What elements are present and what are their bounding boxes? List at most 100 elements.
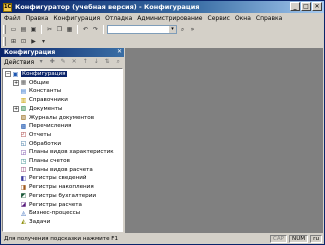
find-icon[interactable]: ⌕ (178, 25, 187, 34)
open-config-icon[interactable]: ⊞ (9, 37, 18, 46)
tree-item-label: Регистры накопления (29, 184, 94, 191)
calc-registers-icon: ◪ (20, 201, 27, 208)
toolbar-separator (41, 25, 42, 34)
toolbar-separator (103, 25, 104, 34)
business-process-icon: ◬ (21, 209, 26, 217)
tree-item-label: Конфигурация (21, 71, 67, 77)
catalogs-icon: ▥ (20, 96, 27, 104)
tree-item[interactable]: ◩ Регистры бухгалтерии (13, 192, 96, 200)
redo-icon[interactable]: ↷ (91, 25, 100, 34)
tree-item[interactable]: ◨ Регистры накопления (13, 183, 94, 191)
tree-item[interactable]: ▨ Журналы документов (13, 114, 94, 122)
tree-item-label: Планы видов расчета (29, 166, 93, 173)
language-indicator: ru (310, 235, 322, 243)
tree-item[interactable]: ◱ Обработки (13, 140, 61, 148)
menu-item[interactable]: Отладка (105, 15, 132, 22)
tree-item-label: Журналы документов (29, 114, 95, 121)
status-text: Для получения подсказки нажмите F1 (4, 236, 119, 242)
title-bar[interactable]: 1C Конфигуратор (учебная версия) - Конфи… (1, 1, 324, 13)
main-toolbar: ▭ ▤ ▣ ✂ ❐ ▦ ↶ ↷ ▾ ⌕ » (1, 24, 324, 35)
find-icon[interactable]: ⌕ (114, 58, 122, 66)
search-combo[interactable]: ▾ (107, 25, 177, 34)
expand-icon[interactable]: + (13, 79, 19, 86)
chevron-down-icon[interactable]: ▾ (37, 58, 45, 66)
close-icon[interactable]: ✕ (117, 48, 122, 55)
tree-item[interactable]: ◪ Регистры расчета (13, 201, 82, 209)
paste-icon[interactable]: ▦ (65, 25, 74, 34)
tree-item[interactable]: ▩ Перечисления (13, 122, 72, 130)
tree-item[interactable]: ◫ Планы видов расчета (13, 166, 93, 174)
menu-item[interactable]: Правка (26, 15, 49, 22)
tree-item-label: Константы (29, 88, 62, 95)
menu-item[interactable]: Файл (4, 15, 21, 22)
documents-icon: ▧ (20, 105, 27, 113)
caps-indicator: CAP (269, 235, 288, 243)
accounting-registers-icon: ◩ (20, 192, 27, 200)
config-icon: ▣ (12, 70, 19, 78)
new-document-icon[interactable]: ▭ (9, 25, 18, 34)
update-config-icon[interactable]: ⊡ (19, 37, 28, 46)
tree-item[interactable]: ◰ Отчеты (13, 131, 51, 139)
num-indicator: NUM (289, 235, 309, 243)
tree-item-label: Планы счетов (29, 158, 70, 164)
tree-item-label: Перечисления (29, 123, 72, 130)
tree-item[interactable]: ◲ Планы видов характеристик (13, 148, 114, 156)
menu-bar: Файл Правка Конфигурация Отладка Администрир… (1, 13, 324, 23)
tree-item[interactable]: ◬ Бизнес-процессы (13, 209, 80, 217)
tree-item-label: Задачи (29, 218, 51, 225)
maximize-button[interactable]: □ (301, 2, 311, 11)
window-title: Конфигуратор (учебная версия) - Конфигур… (15, 3, 200, 11)
tree-item-label: Обработки (29, 140, 61, 147)
configuration-panel: Конфигурация ✕ Действия ▾ ✚ ✎ ✕ ↑ ↓ ⇅ ⌕ … (1, 48, 124, 233)
find-next-icon[interactable]: » (188, 25, 197, 34)
close-button[interactable]: ✕ (312, 2, 322, 11)
undo-icon[interactable]: ↶ (81, 25, 90, 34)
tree-item[interactable]: ◧ Регистры сведений (13, 174, 87, 182)
save-icon[interactable]: ▣ (29, 25, 38, 34)
toolbar-grip[interactable] (3, 37, 6, 46)
menu-item[interactable]: Окна (235, 15, 251, 22)
cut-icon[interactable]: ✂ (45, 25, 54, 34)
collapse-icon[interactable]: − (5, 71, 11, 77)
tree-item[interactable]: + ▧ Документы (13, 105, 62, 113)
toolbar-separator (77, 25, 78, 34)
chart-types-icon: ◲ (20, 148, 27, 156)
copy-icon[interactable]: ❐ (55, 25, 64, 34)
expand-icon[interactable]: + (13, 105, 19, 112)
panel-title-bar[interactable]: Конфигурация ✕ (1, 48, 124, 57)
tree-item[interactable]: + ▦ Общие (13, 79, 49, 87)
tree-item[interactable]: − ▣ Конфигурация (5, 70, 67, 78)
tasks-icon: ◭ (21, 218, 26, 226)
toolbar-grip[interactable] (3, 25, 6, 34)
tree-item[interactable]: ◳ Планы счетов (13, 157, 70, 165)
menu-item[interactable]: Администрирование (137, 15, 202, 22)
add-icon[interactable]: ✚ (48, 58, 56, 66)
edit-icon[interactable]: ✎ (59, 58, 67, 66)
chart-accounts-icon: ◳ (20, 157, 27, 165)
delete-icon[interactable]: ✕ (70, 58, 78, 66)
sort-icon[interactable]: ⇅ (103, 58, 111, 66)
dropdown-icon[interactable]: ▾ (39, 37, 48, 46)
tree-item-label: Регистры расчета (29, 201, 82, 208)
debug-icon[interactable]: ▶ (29, 37, 38, 46)
menu-item[interactable]: Сервис (208, 15, 230, 22)
menu-item[interactable]: Справка (256, 15, 282, 22)
chevron-down-icon[interactable]: ▾ (169, 26, 176, 33)
enums-icon: ▩ (20, 122, 27, 130)
tree-item[interactable]: ▤ Константы (13, 87, 62, 95)
info-registers-icon: ◧ (20, 174, 27, 182)
tree-item[interactable]: ◭ Задачи (13, 218, 50, 226)
metadata-tree[interactable]: − ▣ Конфигурация + ▦ Общие ▤ Константы ▥ Справочн… (2, 68, 123, 232)
menu-item[interactable]: Конфигурация (53, 15, 100, 22)
status-bar: Для получения подсказки нажмите F1 CAP N… (1, 234, 324, 244)
move-down-icon[interactable]: ↓ (92, 58, 100, 66)
open-icon[interactable]: ▤ (19, 25, 28, 34)
minimize-button[interactable]: _ (290, 2, 300, 11)
actions-menu[interactable]: Действия (4, 59, 34, 66)
tree-item-label: Планы видов характеристик (29, 149, 114, 156)
processing-icon: ◱ (20, 140, 27, 148)
panel-toolbar: Действия ▾ ✚ ✎ ✕ ↑ ↓ ⇅ ⌕ (1, 57, 124, 67)
move-up-icon[interactable]: ↑ (81, 58, 89, 66)
tree-item[interactable]: ▥ Справочники (13, 96, 68, 104)
tree-item-label: Документы (29, 105, 63, 112)
